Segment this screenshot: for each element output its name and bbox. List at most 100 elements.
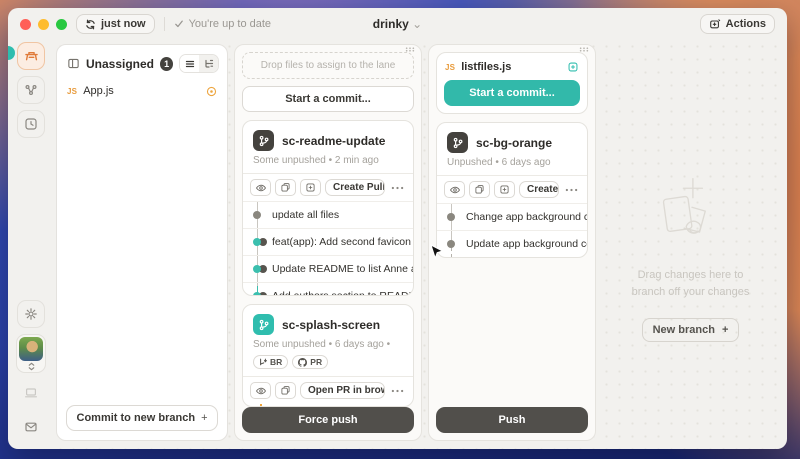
sidebar-rail xyxy=(8,40,54,449)
chevron-down-icon: ⌄ xyxy=(412,17,422,31)
branch-meta: Some unpushed • 6 days ago • xyxy=(253,339,403,350)
push-button[interactable]: Push xyxy=(436,407,588,433)
check-icon xyxy=(174,19,184,29)
new-branch-button[interactable]: New branch + xyxy=(642,318,740,342)
create-pull-request-button[interactable]: Create Pull Request xyxy=(325,179,385,196)
plus-icon: + xyxy=(201,412,207,424)
commit-row[interactable]: Add authors section to README file xyxy=(243,282,413,296)
commit-message: Add authors section to README file xyxy=(272,290,413,296)
commit-message: Update README to list Anne as pr... xyxy=(272,263,413,275)
file-name: listfiles.js xyxy=(461,61,511,73)
stack-lane-2: JS listfiles.js Start a commit... xyxy=(428,44,596,441)
review-eye-button[interactable] xyxy=(250,382,271,399)
profile-switcher[interactable] xyxy=(16,334,46,373)
add-dependent-branch-button[interactable] xyxy=(300,179,321,196)
force-push-button[interactable]: Force push xyxy=(242,407,414,433)
lane-drag-handle-icon[interactable] xyxy=(405,47,415,52)
branch-pr-badge[interactable]: PR xyxy=(292,355,328,369)
create-pr-label: Create Pull Request xyxy=(333,182,385,193)
commit-list: update all files feat(app): Add second f… xyxy=(243,201,413,296)
unassigned-count-badge: 1 xyxy=(160,57,173,71)
lane-drag-handle-icon[interactable] xyxy=(579,47,589,52)
drag-illustration-icon xyxy=(648,173,734,253)
sidebar-item-workspace[interactable] xyxy=(17,42,45,70)
sync-icon xyxy=(85,19,96,30)
file-row-listfilesjs[interactable]: JS listfiles.js xyxy=(444,58,580,78)
actions-button[interactable]: Actions xyxy=(700,14,775,34)
create-pull-request-button[interactable]: Create Pull Req... xyxy=(519,181,559,198)
branch-more-menu-button[interactable] xyxy=(389,186,406,190)
branch-more-menu-button[interactable] xyxy=(389,389,406,393)
workspace-area: Unassigned 1 JS App.js xyxy=(54,40,787,449)
review-eye-button[interactable] xyxy=(250,179,271,196)
actions-icon xyxy=(709,18,721,30)
branch-actions: Create Pull Req... xyxy=(437,175,587,203)
chevron-updown-icon xyxy=(27,362,36,371)
start-commit-button[interactable]: Start a commit... xyxy=(242,86,414,112)
file-row-appjs[interactable]: JS App.js xyxy=(57,80,227,102)
commit-dot-local xyxy=(447,213,455,221)
commit-to-new-branch-label: Commit to new branch xyxy=(77,412,196,424)
mail-icon xyxy=(24,420,38,434)
titlebar: just now You're up to date drinky ⌄ Acti… xyxy=(8,8,787,40)
commit-row[interactable]: feat(app): Add second favicon to ... xyxy=(243,228,413,255)
branch-more-menu-button[interactable] xyxy=(563,188,580,192)
branch-name[interactable]: sc-readme-update xyxy=(282,134,385,148)
branch-name[interactable]: sc-bg-orange xyxy=(476,136,552,150)
branch-meta: Unpushed • 6 days ago xyxy=(447,157,577,168)
mouse-cursor xyxy=(430,244,443,262)
branch-canvas[interactable]: Drag changes here to branch off your cha… xyxy=(602,44,779,441)
branch-br-badge[interactable]: BR xyxy=(253,355,288,369)
device-button[interactable] xyxy=(17,379,45,407)
commit-dot-local xyxy=(253,211,261,219)
unassigned-panel: Unassigned 1 JS App.js xyxy=(56,44,228,441)
commit-row[interactable]: Update app background color t... xyxy=(437,230,587,257)
branches-icon xyxy=(24,83,38,97)
branch-actions: Open PR in browser xyxy=(243,376,413,404)
sidebar-item-branches[interactable] xyxy=(17,76,45,104)
branch-changes-button[interactable] xyxy=(275,382,296,399)
commit-to-new-branch-button[interactable]: Commit to new branch + xyxy=(66,405,218,431)
branch-name[interactable]: sc-splash-screen xyxy=(282,318,380,332)
start-commit-button[interactable]: Start a commit... xyxy=(444,80,580,106)
commit-row[interactable]: Update README to list Anne as pr... xyxy=(243,255,413,282)
branch-changes-button[interactable] xyxy=(275,179,296,196)
br-label: BR xyxy=(270,357,282,367)
open-pr-in-browser-button[interactable]: Open PR in browser xyxy=(300,382,385,399)
branch-badge-icon xyxy=(447,132,468,153)
laptop-icon xyxy=(24,386,38,400)
traffic-lights xyxy=(20,19,67,30)
feedback-button[interactable] xyxy=(17,413,45,441)
sync-status-button[interactable]: just now xyxy=(76,14,155,34)
commit-row[interactable]: Change app background color t... xyxy=(437,203,587,230)
zoom-window-button[interactable] xyxy=(56,19,67,30)
commit-message: feat(app): Add second favicon to ... xyxy=(272,236,413,248)
list-view-toggle[interactable] xyxy=(180,55,199,72)
view-toggle-group xyxy=(179,54,219,73)
commit-message: update all files xyxy=(272,209,339,221)
branch-ref-icon xyxy=(259,358,267,366)
add-dependent-branch-button[interactable] xyxy=(494,181,515,198)
branch-actions: Create Pull Request xyxy=(243,173,413,201)
commit-dot-local xyxy=(447,240,455,248)
branch-changes-button[interactable] xyxy=(469,181,490,198)
tree-view-toggle[interactable] xyxy=(199,55,218,72)
minimize-window-button[interactable] xyxy=(38,19,49,30)
settings-button[interactable] xyxy=(17,300,45,328)
review-eye-button[interactable] xyxy=(444,181,465,198)
assign-add-icon[interactable] xyxy=(567,61,579,73)
github-icon xyxy=(298,358,307,367)
sync-label: just now xyxy=(101,18,146,30)
pr-label: PR xyxy=(310,357,322,367)
file-dropzone[interactable]: Drop files to assign to the lane xyxy=(242,52,414,79)
commit-row[interactable]: update all files xyxy=(243,201,413,228)
project-name: drinky xyxy=(373,17,409,31)
drag-hint-line1: Drag changes here to xyxy=(632,267,750,284)
stack-lane-1: Drop files to assign to the lane Start a… xyxy=(234,44,422,441)
sidebar-item-history[interactable] xyxy=(17,110,45,138)
close-window-button[interactable] xyxy=(20,19,31,30)
gear-icon xyxy=(24,307,38,321)
file-name: App.js xyxy=(83,85,114,97)
commit-dot-diverged xyxy=(253,238,261,246)
js-file-icon: JS xyxy=(67,87,77,96)
